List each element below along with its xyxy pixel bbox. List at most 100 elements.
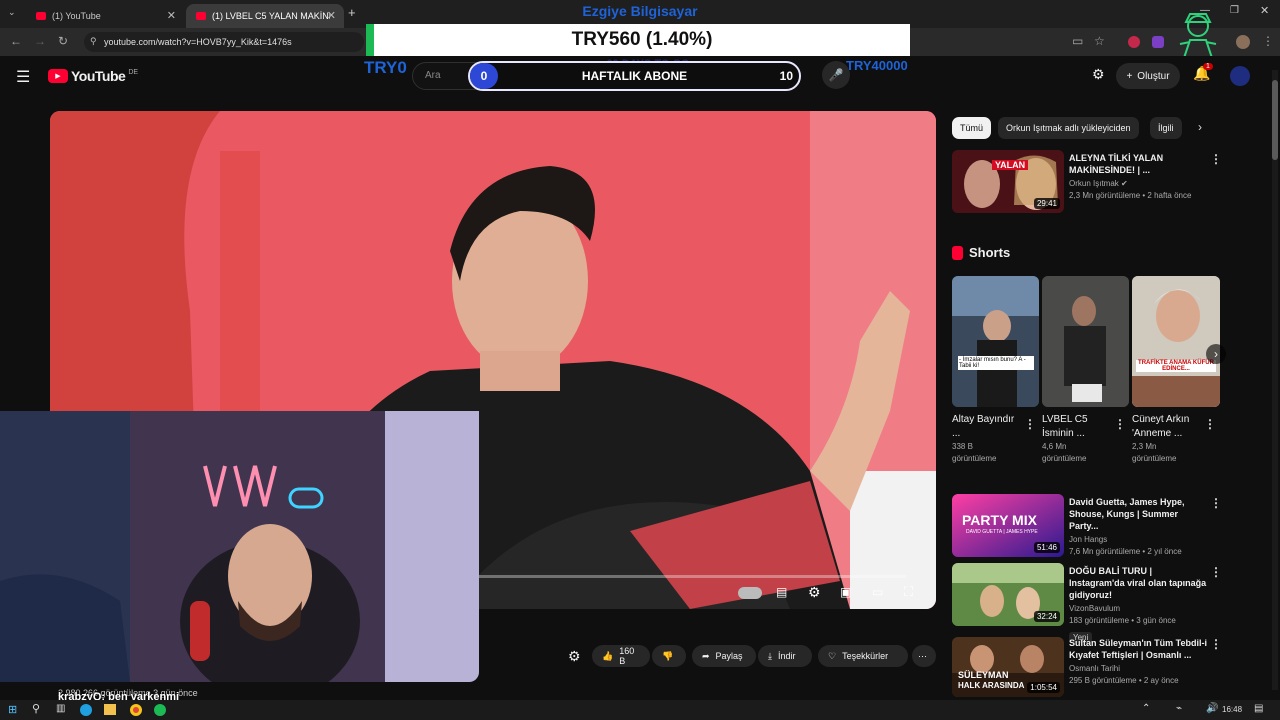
chrome-app-icon[interactable] [130,704,142,716]
rec-thumbnail[interactable]: SÜLEYMAN HALK ARASINDA 1:05:54 [952,637,1064,697]
forward-icon[interactable]: → [34,34,46,48]
youtube-favicon-icon [36,12,46,20]
duration-badge: 1:05:54 [1027,682,1060,693]
clock[interactable]: 16:48 [1222,705,1242,714]
settings-gear-icon[interactable]: ⚙ [808,584,821,601]
url-field[interactable]: ⚲ youtube.com/watch?v=HOVB7yy_Kik&t=1476… [84,32,364,52]
webcam-frame [0,411,479,682]
rec-thumbnail[interactable]: YALAN 29:41 [952,150,1064,213]
channel-avatar[interactable] [1230,66,1250,86]
task-view-icon[interactable]: ▥ [56,703,65,714]
short-thumbnail[interactable]: TRAFİKTE ANAMA KÜFÜR EDİNCE... [1132,276,1220,407]
short-views: 4,6 Mn [1042,442,1067,451]
short-menu-icon[interactable]: ⋮ [1024,417,1036,431]
close-window-icon[interactable]: ✕ [1260,4,1269,17]
edge-app-icon[interactable] [80,704,92,716]
subtitles-icon[interactable]: ▤ [776,585,787,599]
volume-icon[interactable]: 🔊 [1206,703,1218,714]
profile-avatar[interactable] [1236,35,1250,49]
short-thumbnail-art [1132,276,1220,407]
notification-badge: 1 [1203,63,1213,70]
chip-related[interactable]: İlgili [1150,117,1182,139]
rec-menu-icon[interactable]: ⋮ [1210,496,1222,510]
share-button[interactable]: ➦ Paylaş [692,645,756,667]
rec-menu-icon[interactable]: ⋮ [1210,637,1222,651]
dislike-button[interactable]: 👎 [652,645,686,667]
short-info[interactable]: Cüneyt Arkın 'Anneme ... 2,3 Mn görüntül… [1132,413,1202,465]
explorer-app-icon[interactable] [104,704,116,715]
browser-menu-icon[interactable]: ⋮ [1262,34,1274,48]
autoplay-toggle[interactable] [738,587,762,599]
plus-icon: + [1126,70,1133,82]
thanks-button[interactable]: ♡ Teşekkürler [818,645,908,667]
mod-gear-icon[interactable]: ⚙ [568,648,581,665]
short-menu-icon[interactable]: ⋮ [1114,417,1126,431]
rec-thumbnail[interactable]: PARTY MIX DAVID GUETTA | JAMES HYPE 51:4… [952,494,1064,557]
extension-icon[interactable] [1152,36,1164,48]
rec-meta: 7,6 Mn görüntüleme • 2 yıl önce [1069,547,1182,556]
rec-thumbnail[interactable]: 32:24 [952,563,1064,626]
youtube-logo[interactable]: ▶ YouTube DE [48,68,138,84]
rec-info[interactable]: David Guetta, James Hype, Shouse, Kungs … [1069,496,1207,558]
close-tab-icon[interactable]: ✕ [167,9,176,22]
tray-chevron-icon[interactable]: ⌃ [1142,703,1150,714]
network-icon[interactable]: ⌁ [1176,703,1182,714]
bookmark-star-icon[interactable]: ☆ [1094,34,1105,48]
rec-meta: 183 görüntüleme • 3 gün önce [1069,616,1176,625]
extension-icon[interactable] [1128,36,1140,48]
webcam-overlay [0,411,479,682]
logo-text: YouTube [71,68,126,84]
short-info[interactable]: LVBEL C5 İsminin ... 4,6 Mn görüntüleme [1042,413,1112,465]
shorts-next-icon[interactable]: › [1206,344,1226,364]
windows-start-icon[interactable]: ⊞ [8,703,17,716]
scrollbar-thumb[interactable] [1272,80,1278,160]
tab-video[interactable]: (1) LVBEL C5 YALAN MAKİNESİNE... ✕ [186,4,344,28]
short-thumbnail[interactable] [1042,276,1129,407]
restore-icon[interactable]: ❐ [1230,5,1239,16]
rec-meta: 2,3 Mn görüntüleme • 2 hafta önce [1069,191,1192,200]
cast-icon[interactable]: ▭ [1072,34,1083,48]
chip-all[interactable]: Tümü [952,117,992,139]
page-scrollbar[interactable] [1272,70,1278,690]
share-label: Paylaş [715,651,743,661]
close-tab-icon[interactable]: ✕ [327,9,336,22]
rec-info[interactable]: Sultan Süleyman'ın Tüm Tebdil-i Kıyafet … [1069,637,1207,687]
search-placeholder: Ara [425,70,441,81]
site-info-icon[interactable]: ⚲ [90,36,97,47]
chip-from-uploader[interactable]: Orkun Işıtmak adlı yükleyiciden [998,117,1139,139]
tab-youtube[interactable]: (1) YouTube ✕ [26,4,184,28]
chevron-right-icon[interactable]: › [1198,120,1202,134]
theater-mode-icon[interactable]: ▭ [872,585,883,599]
search-icon[interactable]: ⚲ [32,702,40,715]
short-views-label: görüntüleme [1042,454,1087,463]
heart-dollar-icon: ♡ [828,650,837,661]
donation-goal-text: TRY560 (1.40%) [571,29,713,50]
short-menu-icon[interactable]: ⋮ [1204,417,1216,431]
rec-menu-icon[interactable]: ⋮ [1210,565,1222,579]
download-button[interactable]: ⤓ İndir [758,645,812,667]
fullscreen-icon[interactable]: ⛶ [904,584,913,600]
create-button[interactable]: + Oluştur [1116,63,1180,89]
tab-menu-chevron-icon[interactable]: ⌄ [8,7,16,18]
gear-icon[interactable]: ⚙ [1092,66,1105,83]
thumbs-down-icon: 👎 [662,650,674,661]
like-button[interactable]: 👍 160 B [592,645,650,667]
notification-center-icon[interactable]: ▤ [1254,703,1263,714]
new-tab-icon[interactable]: + [348,5,356,20]
like-count: 160 B [619,646,635,666]
short-title: LVBEL C5 İsminin ... [1042,414,1088,439]
rec-menu-icon[interactable]: ⋮ [1210,152,1222,166]
reload-icon[interactable]: ↻ [58,34,68,48]
rec-info[interactable]: DOĞU BALİ TURU | Instagram'da viral olan… [1069,565,1207,645]
download-icon: ⤓ [768,650,772,661]
spotify-app-icon[interactable] [154,704,166,716]
back-icon[interactable]: ← [10,34,22,48]
short-info[interactable]: Altay Bayındır ... 338 B görüntüleme [952,413,1022,465]
short-thumbnail[interactable]: - İmzalar mısın bunu? A - Tabii ki! [952,276,1039,407]
channel-name: Orkun Işıtmak [1069,179,1119,188]
hamburger-menu-icon[interactable]: ☰ [16,67,30,87]
miniplayer-icon[interactable]: ▣ [840,585,851,599]
goal-target-amount: TRY40000 [846,58,908,73]
more-actions-button[interactable]: ⋯ [912,645,936,667]
rec-info[interactable]: ALEYNA TİLKİ YALAN MAKİNESİNDE! | ... Or… [1069,152,1207,202]
